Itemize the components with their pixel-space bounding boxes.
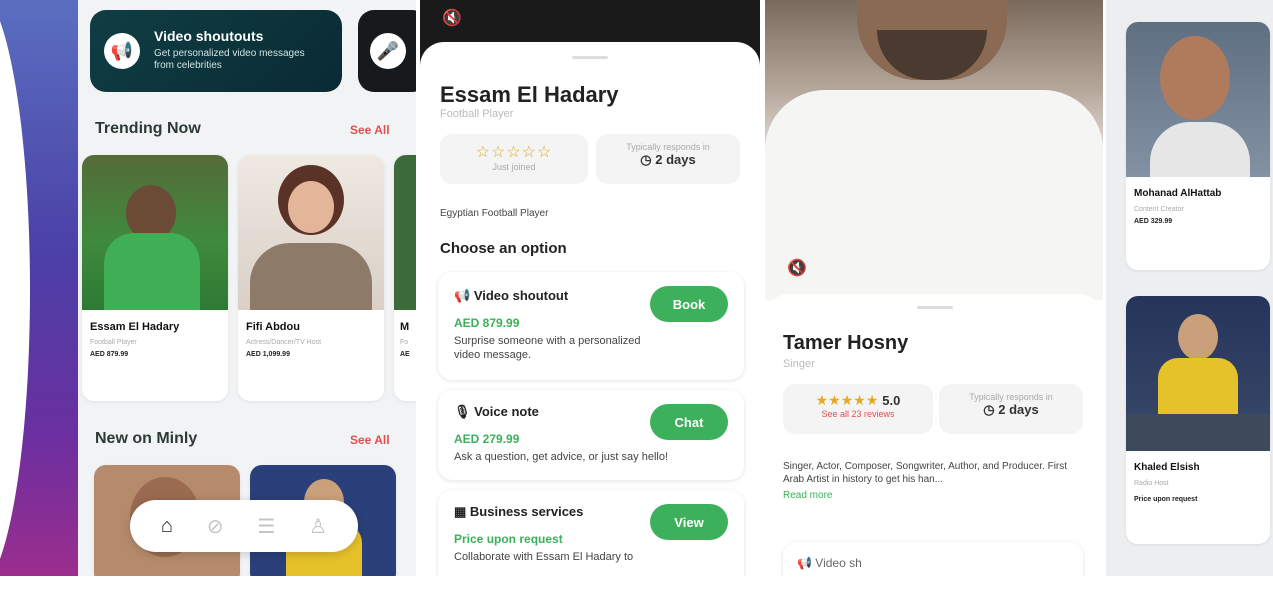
- celebrity-price: Price upon request: [1134, 496, 1198, 503]
- celebrity-video[interactable]: 🔇: [765, 0, 1103, 300]
- rating-stars: ★★★★★: [815, 392, 879, 408]
- book-button[interactable]: Book: [650, 286, 728, 322]
- option-price: AED 279.99: [454, 432, 520, 446]
- trending-card[interactable]: Essam El Hadary Football Player AED 879.…: [82, 155, 228, 401]
- home-icon[interactable]: ⌂: [161, 515, 173, 538]
- megaphone-icon: 📢: [797, 556, 812, 570]
- banner-subtitle: Get personalized video messages from cel…: [154, 48, 305, 71]
- celebrity-role: Content Creator: [1134, 206, 1184, 213]
- celebrity-name: Essam El Hadary: [440, 82, 619, 107]
- trending-see-all-link[interactable]: See All: [350, 123, 390, 137]
- read-more-link[interactable]: Read more: [783, 490, 832, 501]
- brand-gradient-strip: [0, 0, 78, 590]
- option-description: Ask a question, get advice, or just say …: [454, 451, 669, 463]
- response-value: 2 days: [655, 152, 696, 167]
- option-title: Voice note: [474, 404, 539, 419]
- sheet-handle[interactable]: [917, 306, 953, 309]
- megaphone-icon: 📢: [104, 33, 140, 69]
- celebrity-name: Tamer Hosny: [783, 332, 909, 354]
- celebrity-name: Mohanad AlHattab: [1134, 188, 1222, 199]
- clock-icon: ◷: [983, 402, 995, 417]
- celebrity-photo: [1126, 22, 1270, 177]
- celebrity-name: Khaled Elsish: [1134, 462, 1200, 473]
- celebrity-photo: [1126, 296, 1270, 451]
- mic-icon: 🎤: [370, 33, 406, 69]
- chat-button[interactable]: Chat: [650, 404, 728, 440]
- sheet-handle[interactable]: [572, 56, 608, 59]
- option-price: Price upon request: [454, 532, 563, 546]
- celebrity-card[interactable]: Khaled Elsish Radio Host Price upon requ…: [1126, 296, 1270, 544]
- rating-stars: ☆☆☆☆☆: [475, 144, 553, 161]
- celebrity-price: AE: [400, 351, 410, 358]
- megaphone-icon: 📢: [454, 288, 471, 303]
- option-video-shoutout[interactable]: 📢 Video shoutout AED 879.99 Surprise som…: [438, 272, 744, 380]
- celebrity-name: Fifi Abdou: [246, 321, 300, 333]
- mic-icon: 🎙: [454, 404, 471, 419]
- celebrity-photo: [82, 155, 228, 310]
- response-label: Typically responds in: [626, 142, 710, 152]
- mute-icon[interactable]: 🔇: [787, 258, 807, 278]
- option-title: Video sh: [815, 556, 862, 570]
- option-price: AED 879.99: [454, 316, 520, 330]
- profile-screen-tamer: 🔇 Tamer Hosny Singer ★★★★★ 5.0 See all 2…: [765, 0, 1103, 576]
- profile-screen-essam: 🔇 Essam El Hadary Football Player ☆☆☆☆☆ …: [420, 0, 760, 576]
- celebrity-role: Radio Host: [1134, 480, 1169, 487]
- home-screen: 📢 Video shoutouts Get personalized video…: [78, 0, 416, 576]
- celebrity-photo: [238, 155, 384, 310]
- response-label: Typically responds in: [969, 392, 1053, 402]
- response-value: 2 days: [998, 402, 1039, 417]
- celebrity-role: Actress/Dancer/TV Host: [246, 339, 322, 346]
- new-see-all-link[interactable]: See All: [350, 433, 390, 447]
- rating-pill[interactable]: ☆☆☆☆☆ Just joined: [440, 134, 588, 184]
- profile-icon[interactable]: ♙: [309, 514, 327, 539]
- celebrity-role: Football Player: [90, 339, 137, 346]
- see-reviews-link[interactable]: See all 23 reviews: [783, 409, 933, 419]
- profile-sheet: Essam El Hadary Football Player ☆☆☆☆☆ Ju…: [420, 42, 760, 576]
- celebrity-bio: Singer, Actor, Composer, Songwriter, Aut…: [783, 461, 1068, 485]
- celebrity-bio: Egyptian Football Player: [440, 208, 549, 219]
- bottom-nav-bar: ⌂ ⊘ ☰ ♙: [130, 500, 358, 552]
- celebrity-price: AED 329.99: [1134, 218, 1173, 225]
- rating-pill[interactable]: ★★★★★ 5.0 See all 23 reviews: [783, 384, 933, 434]
- building-icon: ▦: [454, 504, 467, 519]
- option-description: Collaborate with Essam El Hadary to: [454, 551, 634, 563]
- mute-icon[interactable]: 🔇: [442, 8, 462, 28]
- compass-icon[interactable]: ⊘: [207, 514, 224, 539]
- new-on-minly-title: New on Minly: [95, 430, 198, 447]
- option-business-services[interactable]: ▦ Business services Price upon request C…: [438, 490, 744, 576]
- choose-option-title: Choose an option: [440, 240, 567, 257]
- response-time-pill: Typically responds in ◷ 2 days: [939, 384, 1083, 434]
- option-voice-note[interactable]: 🎙 Voice note AED 279.99 Ask a question, …: [438, 390, 744, 480]
- response-time-pill: Typically responds in ◷ 2 days: [596, 134, 740, 184]
- banner-title: Video shoutouts: [154, 28, 264, 44]
- option-title: Video shoutout: [473, 288, 569, 303]
- trending-card[interactable]: M Fo AE: [394, 155, 416, 401]
- trending-card[interactable]: Fifi Abdou Actress/Dancer/TV Host AED 1,…: [238, 155, 384, 401]
- celebrity-card[interactable]: Mohanad AlHattab Content Creator AED 329…: [1126, 22, 1270, 270]
- view-button[interactable]: View: [650, 504, 728, 540]
- celebrity-name: Essam El Hadary: [90, 321, 180, 333]
- option-description: Surprise someone with a personalized vid…: [454, 335, 641, 361]
- celebrity-price: AED 1,099.99: [246, 351, 290, 358]
- profile-sheet: Tamer Hosny Singer ★★★★★ 5.0 See all 23 …: [765, 294, 1103, 576]
- celebrity-list-screen: Mohanad AlHattab Content Creator AED 329…: [1106, 0, 1273, 576]
- list-icon[interactable]: ☰: [257, 514, 275, 539]
- rating-label: Just joined: [492, 162, 536, 172]
- rating-score: 5.0: [882, 393, 901, 408]
- video-shoutouts-banner[interactable]: 📢 Video shoutouts Get personalized video…: [90, 10, 342, 92]
- trending-title: Trending Now: [95, 120, 201, 137]
- clock-icon: ◷: [640, 152, 652, 167]
- celebrity-role: Fo: [400, 339, 409, 346]
- celebrity-role: Football Player: [440, 108, 514, 120]
- celebrity-name: M: [400, 321, 410, 333]
- celebrity-role: Singer: [783, 358, 815, 370]
- option-video-shoutout[interactable]: 📢 Video sh: [783, 542, 1083, 576]
- voice-notes-banner[interactable]: 🎤: [358, 10, 416, 92]
- option-title: Business services: [469, 504, 584, 519]
- celebrity-photo: [394, 155, 416, 310]
- celebrity-price: AED 879.99: [90, 351, 129, 358]
